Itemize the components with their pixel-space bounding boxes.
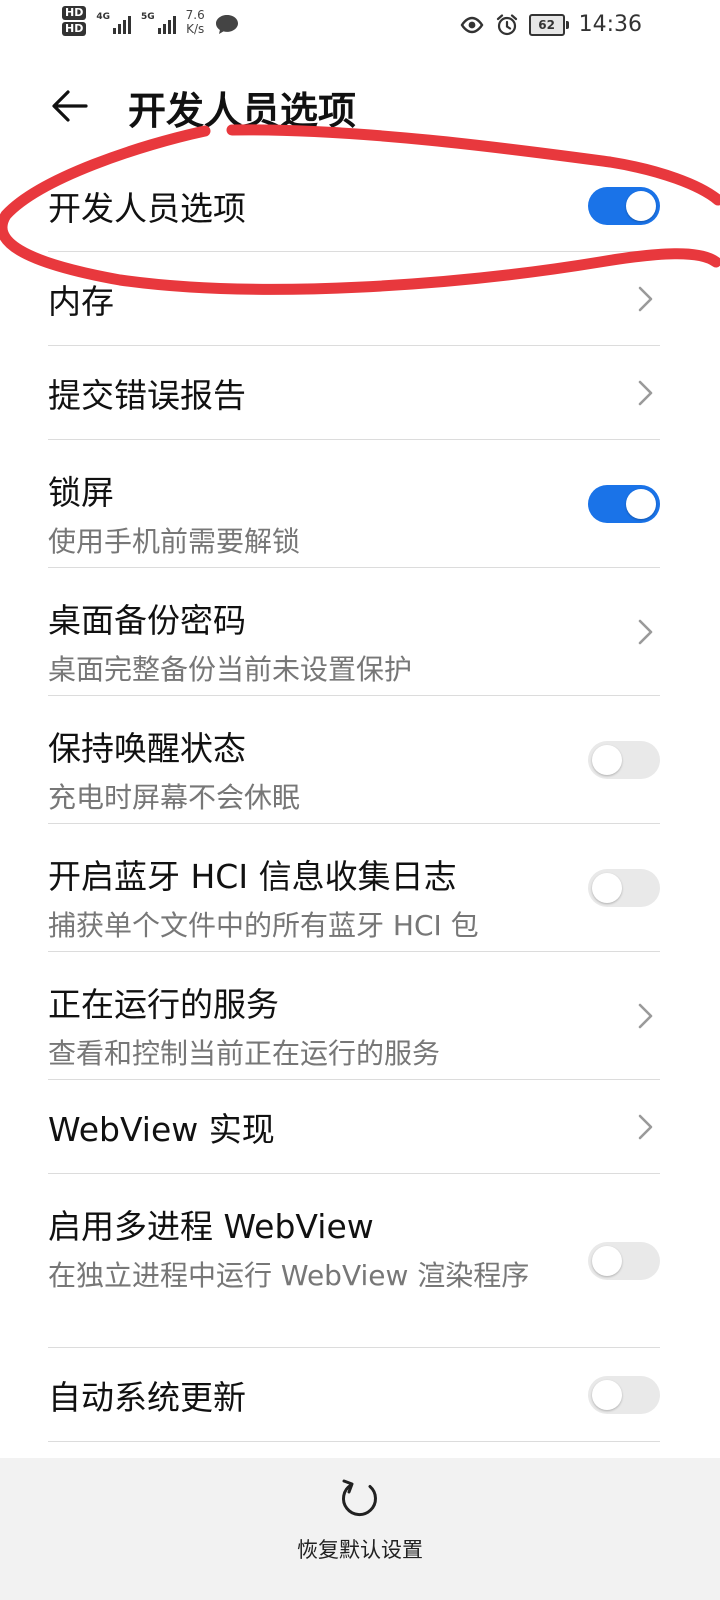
hd-indicators: HD HD	[62, 6, 87, 36]
setting-title: 保持唤醒状态	[48, 729, 246, 768]
battery-level: 62	[528, 13, 565, 36]
chevron-right-icon	[638, 1114, 653, 1139]
network-speed: 7.6 K/s	[186, 8, 205, 36]
auto-update-switch[interactable]	[588, 1375, 660, 1414]
reset-defaults-button[interactable]: 恢复默认设置	[0, 1476, 720, 1564]
status-left: HD HD 4G 5G 7.6 K/s	[62, 6, 239, 36]
setting-bluetooth-hci-log[interactable]: 开启蓝牙 HCI 信息收集日志 捕获单个文件中的所有蓝牙 HCI 包	[48, 824, 660, 952]
setting-subtitle: 桌面完整备份当前未设置保护	[48, 653, 413, 686]
hd-icon-2: HD	[62, 22, 87, 36]
setting-title: 自动系统更新	[48, 1377, 246, 1417]
setting-title: 锁屏	[48, 473, 114, 512]
screen-lock-switch[interactable]	[588, 484, 660, 523]
setting-subtitle: 使用手机前需要解锁	[48, 525, 301, 558]
page-title: 开发人员选项	[128, 89, 357, 133]
back-arrow-icon[interactable]	[50, 86, 90, 126]
eye-icon	[460, 16, 483, 33]
app-bar: 开发人员选项	[0, 60, 720, 150]
speed-value: 7.6	[185, 8, 205, 22]
setting-title: 开启蓝牙 HCI 信息收集日志	[48, 857, 457, 896]
setting-running-services[interactable]: 正在运行的服务 查看和控制当前正在运行的服务	[48, 952, 660, 1080]
chat-icon	[215, 15, 238, 34]
setting-title: 开发人员选项	[48, 188, 246, 228]
reset-defaults-label: 恢复默认设置	[297, 1538, 423, 1562]
setting-memory[interactable]: 内存	[48, 252, 660, 346]
setting-screen-lock[interactable]: 锁屏 使用手机前需要解锁	[48, 440, 660, 568]
battery-icon: 62	[528, 13, 569, 36]
setting-title: 内存	[48, 281, 114, 321]
setting-webview-impl[interactable]: WebView 实现	[48, 1080, 660, 1174]
hd-icon: HD	[62, 6, 87, 20]
setting-bug-report[interactable]: 提交错误报告	[48, 346, 660, 440]
chevron-right-icon	[638, 1003, 653, 1028]
status-time: 14:36	[578, 12, 642, 37]
bluetooth-hci-switch[interactable]	[588, 868, 660, 907]
setting-subtitle: 查看和控制当前正在运行的服务	[48, 1037, 441, 1070]
setting-subtitle: 充电时屏幕不会休眠	[48, 781, 301, 814]
alarm-icon	[496, 13, 517, 35]
setting-title: WebView 实现	[48, 1109, 275, 1149]
bottom-bar: 恢复默认设置	[0, 1458, 720, 1600]
setting-subtitle: 捕获单个文件中的所有蓝牙 HCI 包	[48, 909, 479, 942]
setting-title: 桌面备份密码	[48, 601, 246, 640]
network-type-1: 4G	[96, 12, 110, 22]
speed-unit: K/s	[186, 22, 205, 36]
setting-desktop-backup-password[interactable]: 桌面备份密码 桌面完整备份当前未设置保护	[48, 568, 660, 696]
setting-auto-system-update[interactable]: 自动系统更新	[48, 1348, 660, 1442]
network-type-2: 5G	[141, 12, 155, 22]
setting-title: 正在运行的服务	[48, 985, 279, 1024]
setting-subtitle: 在独立进程中运行 WebView 渲染程序	[48, 1259, 530, 1292]
developer-options-switch[interactable]	[588, 186, 660, 225]
status-bar: HD HD 4G 5G 7.6 K/s 62 14:36	[0, 0, 720, 52]
setting-stay-awake[interactable]: 保持唤醒状态 充电时屏幕不会休眠	[48, 696, 660, 824]
status-right: 62 14:36	[459, 12, 642, 37]
chevron-right-icon	[638, 380, 653, 405]
setting-title: 提交错误报告	[48, 375, 246, 415]
reset-icon	[341, 1479, 377, 1517]
setting-multiprocess-webview[interactable]: 启用多进程 WebView 在独立进程中运行 WebView 渲染程序	[48, 1174, 660, 1348]
settings-list: 开发人员选项 内存 提交错误报告 锁屏 使用手机前需要解锁 桌面备份密码 桌面完…	[48, 160, 660, 1442]
stay-awake-switch[interactable]	[588, 740, 660, 779]
setting-title: 启用多进程 WebView	[48, 1207, 374, 1246]
setting-developer-options[interactable]: 开发人员选项	[48, 160, 660, 252]
chevron-right-icon	[638, 286, 653, 311]
chevron-right-icon	[638, 619, 653, 644]
signal-icon-2: 5G	[141, 12, 176, 34]
multiprocess-webview-switch[interactable]	[588, 1241, 660, 1280]
signal-icon: 4G	[96, 12, 131, 34]
